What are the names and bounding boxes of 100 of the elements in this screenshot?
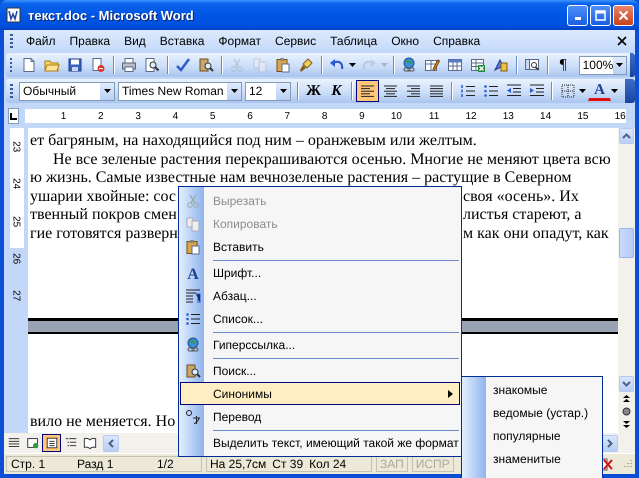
menu-item[interactable]: Формат <box>211 32 268 50</box>
menu-item[interactable]: знакомые <box>462 379 602 402</box>
window-title: текст.doc - Microsoft Word <box>28 8 195 22</box>
document-text-line: ушарии хвойные: сос <box>30 188 178 206</box>
copy-icon <box>252 57 268 73</box>
menu-item[interactable]: Правка <box>62 32 118 50</box>
font-color-button[interactable]: A <box>588 81 611 101</box>
document-text-line: ю жизнь. Самые известные нам вечнозеленые растения – растущие в Северном <box>30 169 572 188</box>
menu-item[interactable]: Сервис <box>268 32 324 50</box>
caret-icon[interactable] <box>611 89 618 93</box>
maximize-button[interactable] <box>590 4 611 26</box>
minimize-button[interactable] <box>567 4 588 26</box>
clipboard-icon <box>275 57 292 73</box>
show-marks-button[interactable]: ¶ <box>552 54 575 76</box>
close-button[interactable] <box>613 4 634 26</box>
menu-item[interactable]: Перевод <box>180 405 460 428</box>
page-layout-icon <box>44 436 58 450</box>
menu-item[interactable]: Поиск... <box>180 356 460 382</box>
ruler-number: 16 <box>614 110 626 122</box>
previous-page-icon[interactable] <box>622 394 631 403</box>
menu-item[interactable]: популярные <box>462 425 602 448</box>
ruler-number: 1 <box>60 110 66 122</box>
caret-icon[interactable] <box>348 63 356 67</box>
scissors-icon <box>185 192 201 208</box>
resize-grip-icon[interactable] <box>621 458 633 470</box>
menu-item[interactable]: Синонимы <box>180 382 460 405</box>
menu-item[interactable]: Файл <box>19 32 63 50</box>
ruler-number: 4 <box>172 110 178 122</box>
table-icon <box>447 57 464 73</box>
font-dropdown[interactable]: Times New Roman <box>118 82 242 100</box>
zoom-dropdown[interactable]: 100% <box>578 56 627 74</box>
style-dropdown[interactable]: Обычный <box>19 82 115 100</box>
copy-icon <box>185 216 201 232</box>
grip-icon[interactable] <box>10 34 13 48</box>
status-field: Кол 24 <box>309 457 346 471</box>
caret-icon[interactable] <box>613 56 626 74</box>
menu-item[interactable]: Вставка <box>152 32 212 50</box>
printer-icon <box>121 57 138 73</box>
ruler-number: 25 <box>10 214 22 229</box>
browse-object-icon[interactable] <box>622 407 631 416</box>
ruler-number: 5 <box>208 110 216 122</box>
pencil-grid-icon <box>424 57 440 73</box>
align-left-button[interactable] <box>356 80 379 102</box>
scroll-left-button[interactable] <box>103 434 119 452</box>
ruler-number: 9 <box>358 110 365 122</box>
grip-icon[interactable] <box>10 84 13 98</box>
menu-item[interactable]: Вставить <box>180 235 460 258</box>
caret-icon[interactable] <box>579 89 586 93</box>
decrease-indent-icon <box>506 83 522 99</box>
status-field: Ст 39 <box>272 457 304 471</box>
ruler-number: 14 <box>539 110 552 122</box>
maximize-icon <box>595 10 606 20</box>
align-right-icon <box>406 83 422 99</box>
book-magnifier-icon <box>185 362 201 378</box>
caret-icon[interactable] <box>227 82 241 100</box>
chevron-left-icon <box>108 438 114 448</box>
menu-item[interactable]: ведомые (устар.) <box>462 402 602 425</box>
bold-button[interactable]: Ж <box>302 80 325 102</box>
ruler-number: 27 <box>10 289 22 304</box>
document-text-line: листья стареют, а <box>463 206 582 225</box>
next-page-icon[interactable] <box>622 420 631 429</box>
menu-item[interactable]: A Шрифт... <box>180 258 460 284</box>
ruler-number: 7 <box>284 110 290 122</box>
italic-button[interactable]: К <box>325 80 348 102</box>
shapes-icon <box>493 57 510 73</box>
scroll-up-button[interactable] <box>619 128 634 144</box>
ruler-number: 15 <box>576 110 588 122</box>
scissors-icon <box>229 57 246 73</box>
caret-icon[interactable] <box>276 82 290 100</box>
lines-icon <box>6 436 20 450</box>
document-text-line: своя «осень». Их <box>463 188 579 206</box>
chevron-icon[interactable] <box>630 53 635 77</box>
close-icon[interactable] <box>617 36 627 46</box>
font-icon: A <box>185 264 201 280</box>
ruler-number: 6 <box>246 110 253 122</box>
dotted-grid-icon <box>560 83 576 99</box>
scroll-right-button[interactable] <box>602 434 618 452</box>
globe-chain-icon <box>185 336 201 352</box>
menu-item[interactable]: Окно <box>384 32 426 50</box>
menu-item[interactable]: Абзац... <box>180 284 460 307</box>
menu-item[interactable]: Список... <box>180 307 460 330</box>
menu-item[interactable]: знаменитые <box>462 448 602 471</box>
menu-item[interactable]: Вид <box>117 32 153 50</box>
font-size-dropdown[interactable]: 12 <box>245 82 291 100</box>
caret-icon[interactable] <box>100 82 114 100</box>
page-layout-view-button[interactable] <box>42 434 61 452</box>
menu-item[interactable]: Таблица <box>323 32 384 50</box>
ruler-number: 13 <box>502 110 514 122</box>
menu-item[interactable]: Гиперссылка... <box>180 330 460 356</box>
increase-indent-icon <box>528 83 544 99</box>
scroll-down-button[interactable] <box>619 376 634 392</box>
bullet-list-icon <box>482 83 498 99</box>
align-left-icon <box>360 83 376 99</box>
document-text-line: гие готовятся разверн <box>30 224 178 244</box>
scroll-thumb[interactable] <box>619 228 634 258</box>
document-text-line: вило не меняется. Но <box>30 413 176 432</box>
ruler-number: 12 <box>464 110 477 122</box>
menu-item[interactable]: Выделить текст, имеющий такой же формат <box>180 428 460 454</box>
tab-stop-button[interactable] <box>8 108 19 124</box>
menu-item[interactable]: Справка <box>426 32 488 50</box>
